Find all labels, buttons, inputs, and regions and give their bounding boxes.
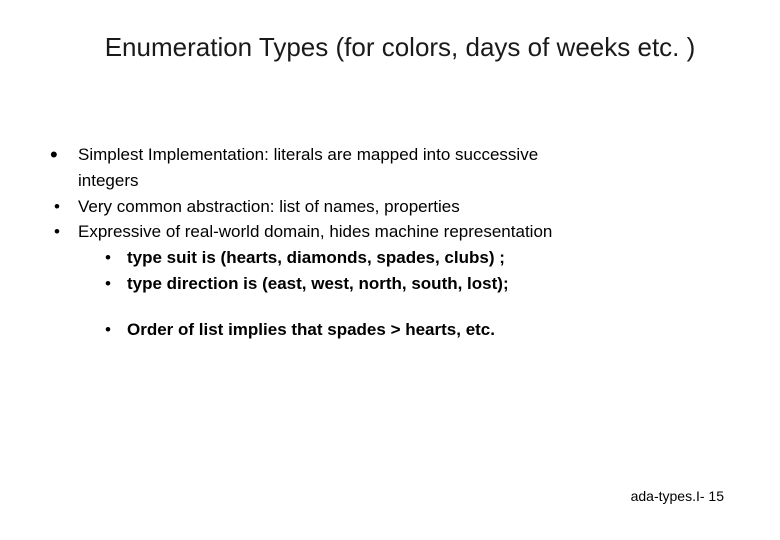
bullet-icon: •	[105, 318, 127, 342]
bullet-icon: •	[50, 144, 78, 166]
sub-bullet-item-2: • type direction is (east, west, north, …	[50, 272, 730, 296]
bullet-icon: •	[50, 220, 78, 244]
bullet-text: Simplest Implementation: literals are ma…	[78, 143, 730, 167]
value-text: (hearts, diamonds, spades, clubs) ;	[221, 248, 505, 267]
code-example: type suit is (hearts, diamonds, spades, …	[127, 246, 730, 270]
bullet-text: Expressive of real-world domain, hides m…	[78, 220, 730, 244]
bullet-item-2: • Very common abstraction: list of names…	[50, 195, 730, 219]
bullet-icon: •	[105, 272, 127, 296]
sub-bullet-item-3: • Order of list implies that spades > he…	[50, 318, 730, 342]
value-text: (east, west, north, south, lost);	[262, 274, 509, 293]
slide-footer: ada-types.I- 15	[631, 488, 724, 504]
slide: Enumeration Types (for colors, days of w…	[0, 0, 780, 540]
sub-bullet-item-1: • type suit is (hearts, diamonds, spades…	[50, 246, 730, 270]
code-example: type direction is (east, west, north, so…	[127, 272, 730, 296]
slide-content: • Simplest Implementation: literals are …	[50, 143, 730, 342]
bullet-icon: •	[105, 246, 127, 270]
keyword-text: type direction is	[127, 274, 262, 293]
bullet-icon: •	[50, 195, 78, 219]
bullet-item-1: • Simplest Implementation: literals are …	[50, 143, 730, 167]
keyword-text: type suit is	[127, 248, 221, 267]
bullet-item-3: • Expressive of real-world domain, hides…	[50, 220, 730, 244]
bullet-continuation: integers	[50, 169, 730, 193]
slide-title: Enumeration Types (for colors, days of w…	[50, 32, 730, 63]
bullet-text: Very common abstraction: list of names, …	[78, 195, 730, 219]
bullet-text: Order of list implies that spades > hear…	[127, 318, 730, 342]
